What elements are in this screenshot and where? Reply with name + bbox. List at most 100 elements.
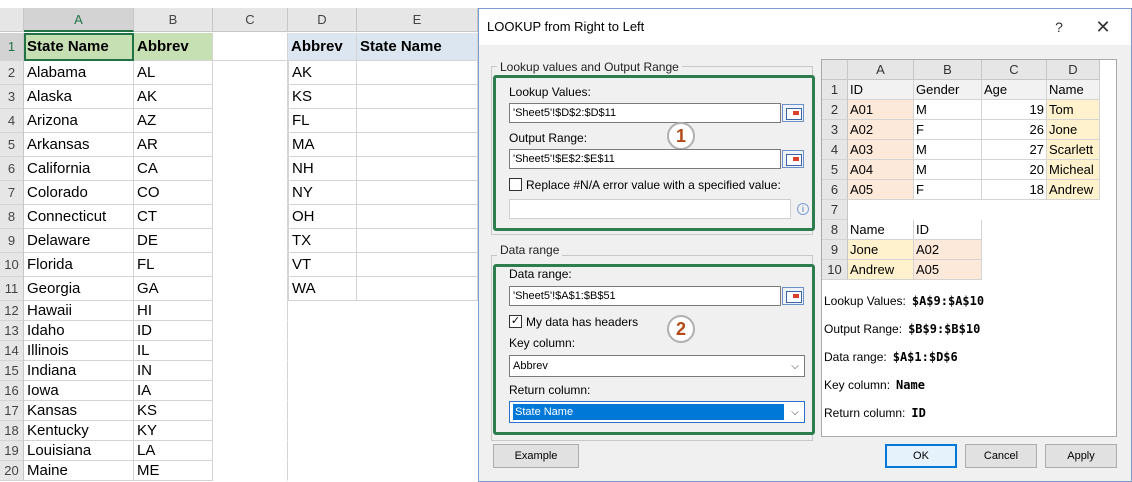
cell[interactable] — [213, 341, 288, 361]
state-name-cell[interactable]: Louisiana — [24, 441, 134, 461]
lookup-values-input[interactable]: 'Sheet5'!$D$2:$D$11 — [509, 103, 781, 123]
column-header-a[interactable]: A — [24, 8, 134, 32]
row-header[interactable]: 20 — [0, 461, 24, 481]
lookup-abbrev-cell[interactable]: WA — [288, 277, 357, 301]
abbrev-cell[interactable]: DE — [134, 229, 213, 253]
abbrev-cell[interactable]: AR — [134, 133, 213, 157]
state-name-cell[interactable]: Delaware — [24, 229, 134, 253]
output-state-cell[interactable] — [357, 109, 478, 133]
output-state-cell[interactable] — [357, 85, 478, 109]
cell[interactable] — [213, 133, 288, 157]
cell[interactable] — [213, 61, 288, 85]
output-state-cell[interactable] — [357, 181, 478, 205]
state-name-cell[interactable]: Hawaii — [24, 301, 134, 321]
row-header[interactable]: 8 — [0, 205, 24, 229]
abbrev-cell[interactable]: IN — [134, 361, 213, 381]
row-header[interactable]: 1 — [0, 33, 24, 61]
abbrev-cell[interactable]: AL — [134, 61, 213, 85]
row-header[interactable]: 19 — [0, 441, 24, 461]
abbrev-cell[interactable]: IL — [134, 341, 213, 361]
abbrev-cell[interactable]: LA — [134, 441, 213, 461]
state-name-cell[interactable]: California — [24, 157, 134, 181]
help-icon[interactable]: ? — [1049, 17, 1069, 37]
lookup-abbrev-cell[interactable]: NY — [288, 181, 357, 205]
lookup-abbrev-cell[interactable]: MA — [288, 133, 357, 157]
abbrev-cell[interactable]: GA — [134, 277, 213, 301]
state-name-cell[interactable]: Arizona — [24, 109, 134, 133]
row-header[interactable]: 14 — [0, 341, 24, 361]
abbrev-cell[interactable]: CT — [134, 205, 213, 229]
row-header[interactable]: 4 — [0, 109, 24, 133]
column-header-d[interactable]: D — [288, 8, 357, 32]
output-range-input[interactable]: 'Sheet5'!$E$2:$E$11 — [509, 149, 781, 169]
data-range-range-picker-icon[interactable] — [782, 287, 804, 305]
row-header[interactable]: 10 — [0, 253, 24, 277]
key-column-select[interactable]: Abbrev ⌵ — [509, 355, 805, 377]
state-name-cell[interactable]: Arkansas — [24, 133, 134, 157]
replace-na-checkbox[interactable] — [509, 178, 522, 191]
cell-a1-header[interactable]: State Name — [24, 33, 134, 61]
lookup-abbrev-cell[interactable]: VT — [288, 253, 357, 277]
row-header[interactable]: 5 — [0, 133, 24, 157]
data-range-input[interactable]: 'Sheet5'!$A$1:$B$51 — [509, 286, 781, 306]
output-state-cell[interactable] — [357, 61, 478, 85]
replace-value-input[interactable] — [509, 199, 791, 219]
cell[interactable] — [213, 421, 288, 441]
lookup-abbrev-cell[interactable]: KS — [288, 85, 357, 109]
row-header[interactable]: 3 — [0, 85, 24, 109]
headers-checkbox[interactable]: ✓ — [509, 315, 522, 328]
abbrev-cell[interactable]: HI — [134, 301, 213, 321]
cell[interactable] — [213, 401, 288, 421]
cell[interactable] — [213, 85, 288, 109]
state-name-cell[interactable]: Florida — [24, 253, 134, 277]
row-header[interactable]: 16 — [0, 381, 24, 401]
lookup-abbrev-cell[interactable]: TX — [288, 229, 357, 253]
abbrev-cell[interactable]: IA — [134, 381, 213, 401]
state-name-cell[interactable]: Connecticut — [24, 205, 134, 229]
column-header-e[interactable]: E — [357, 8, 478, 32]
cell[interactable] — [213, 253, 288, 277]
close-icon[interactable]: ✕ — [1091, 15, 1115, 39]
column-header-c[interactable]: C — [213, 8, 288, 32]
cell[interactable] — [213, 321, 288, 341]
state-name-cell[interactable]: Alaska — [24, 85, 134, 109]
row-header[interactable]: 11 — [0, 277, 24, 301]
return-column-select[interactable]: State Name ⌵ — [509, 401, 805, 423]
state-name-cell[interactable]: Alabama — [24, 61, 134, 85]
lookup-abbrev-cell[interactable]: OH — [288, 205, 357, 229]
row-header[interactable]: 7 — [0, 181, 24, 205]
state-name-cell[interactable]: Kansas — [24, 401, 134, 421]
row-header[interactable]: 6 — [0, 157, 24, 181]
cell[interactable] — [213, 205, 288, 229]
output-state-cell[interactable] — [357, 205, 478, 229]
example-button[interactable]: Example — [493, 444, 579, 468]
column-header-b[interactable]: B — [134, 8, 213, 32]
abbrev-cell[interactable]: CO — [134, 181, 213, 205]
apply-button[interactable]: Apply — [1045, 444, 1117, 468]
cell[interactable] — [213, 157, 288, 181]
output-state-cell[interactable] — [357, 229, 478, 253]
state-name-cell[interactable]: Indiana — [24, 361, 134, 381]
state-name-cell[interactable]: Maine — [24, 461, 134, 481]
abbrev-cell[interactable]: AZ — [134, 109, 213, 133]
cell[interactable] — [213, 301, 288, 321]
lookup-values-range-picker-icon[interactable] — [782, 104, 804, 122]
cell[interactable] — [213, 33, 288, 61]
abbrev-cell[interactable]: KS — [134, 401, 213, 421]
cell[interactable] — [213, 181, 288, 205]
cell[interactable] — [213, 361, 288, 381]
cell[interactable] — [213, 277, 288, 301]
state-name-cell[interactable]: Idaho — [24, 321, 134, 341]
cell[interactable] — [213, 381, 288, 401]
row-header[interactable]: 9 — [0, 229, 24, 253]
output-state-cell[interactable] — [357, 157, 478, 181]
cell-e1-header[interactable]: State Name — [357, 33, 478, 61]
output-state-cell[interactable] — [357, 253, 478, 277]
cell[interactable] — [213, 441, 288, 461]
lookup-abbrev-cell[interactable]: AK — [288, 61, 357, 85]
state-name-cell[interactable]: Colorado — [24, 181, 134, 205]
cell[interactable] — [213, 461, 288, 481]
lookup-abbrev-cell[interactable]: NH — [288, 157, 357, 181]
abbrev-cell[interactable]: CA — [134, 157, 213, 181]
abbrev-cell[interactable]: FL — [134, 253, 213, 277]
